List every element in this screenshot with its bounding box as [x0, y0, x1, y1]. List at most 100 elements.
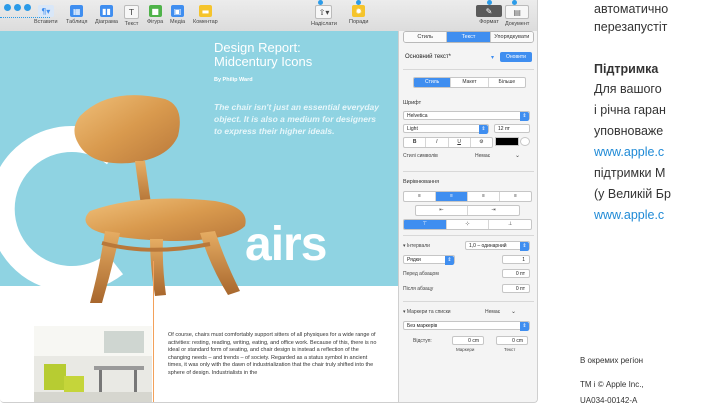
- updown-icon: ⇕: [520, 242, 529, 251]
- tab-style[interactable]: Стиль: [404, 32, 448, 42]
- after-paragraph-stepper[interactable]: 0 пт: [502, 284, 530, 293]
- text-icon: T: [124, 5, 139, 19]
- char-styles-value[interactable]: Немає: [475, 153, 490, 159]
- bullet-type-select[interactable]: Без маркерів ⇕: [403, 321, 530, 331]
- paintbrush-icon: ✎: [476, 5, 502, 17]
- bullet-indent-stepper[interactable]: 0 cm: [452, 336, 484, 345]
- align-center-button[interactable]: ≡: [436, 192, 468, 201]
- decrease-indent-button[interactable]: ⇤: [416, 206, 468, 215]
- updown-icon: ⇕: [520, 112, 529, 121]
- document-button[interactable]: ▤ Документ: [505, 5, 529, 27]
- manual-text-column: автоматично перезапустіт Підтримка Для в…: [560, 0, 704, 410]
- updown-icon: ⇕: [520, 322, 529, 331]
- region-note: В окремих регіон: [580, 356, 644, 365]
- spacing-label[interactable]: ▾ Інтервали: [403, 243, 430, 249]
- subtab-style[interactable]: Стиль: [414, 78, 452, 87]
- align-right-button[interactable]: ≡: [468, 192, 500, 201]
- doc-line: уповноваже: [594, 124, 664, 138]
- align-bottom-button[interactable]: ⊥: [489, 220, 531, 229]
- text-button[interactable]: T Текст: [124, 5, 139, 27]
- subtab-layout[interactable]: Макет: [451, 78, 489, 87]
- italic-button[interactable]: I: [426, 138, 449, 147]
- comment-button[interactable]: ▬ Коментар: [193, 5, 218, 25]
- table-icon: ▦: [70, 5, 84, 17]
- support-heading: Підтримка: [594, 62, 659, 76]
- vertical-align-buttons: ⊤ ⊹ ⊥: [403, 219, 532, 230]
- chart-icon: ▮▮: [99, 5, 113, 17]
- color-picker-icon[interactable]: [520, 137, 530, 146]
- shape-button[interactable]: ■ Фігура: [147, 5, 163, 25]
- underline-button[interactable]: U: [449, 138, 471, 147]
- after-paragraph-label: Після абзацу: [403, 286, 434, 292]
- chevron-down-icon[interactable]: ▾: [491, 54, 494, 61]
- layout-subtabs: Стиль Макет Більше: [413, 77, 526, 88]
- indent-label: Відступ:: [413, 338, 432, 344]
- bold-button[interactable]: B: [404, 138, 427, 147]
- document-canvas[interactable]: Design Report: Midcentury Icons By Phili…: [0, 31, 398, 402]
- media-button[interactable]: ▣ Медіа: [170, 5, 185, 25]
- support-link[interactable]: www.apple.c: [594, 208, 664, 222]
- justify-button[interactable]: ≡: [500, 192, 531, 201]
- window-zoom-dot[interactable]: [24, 4, 31, 11]
- divider: [403, 301, 534, 302]
- bullets-value[interactable]: Немає: [485, 309, 500, 315]
- align-middle-button[interactable]: ⊹: [447, 220, 490, 229]
- lines-stepper[interactable]: 1: [502, 255, 530, 264]
- chevron-down-icon[interactable]: ⌄: [511, 308, 516, 315]
- format-inspector: Стиль Текст Упорядкувати Основний текст*…: [398, 31, 537, 402]
- doc-line: Для вашого: [594, 82, 662, 96]
- divider: [403, 171, 534, 172]
- before-paragraph-stepper[interactable]: 0 пт: [502, 269, 530, 278]
- bullets-label[interactable]: ▾ Маркери та списки: [403, 309, 451, 315]
- align-left-button[interactable]: ≡: [404, 192, 436, 201]
- media-icon: ▣: [171, 5, 185, 17]
- divider: [403, 235, 534, 236]
- chair-image[interactable]: [50, 81, 265, 311]
- table-button[interactable]: ▦ Таблиця: [66, 5, 87, 25]
- updown-icon: ⇕: [445, 256, 454, 265]
- align-top-button[interactable]: ⊤: [404, 220, 447, 229]
- update-style-button[interactable]: Оновити: [500, 52, 532, 62]
- font-family-select[interactable]: Helvetica ⇕: [403, 111, 530, 121]
- lightbulb-icon: ✹: [352, 5, 366, 17]
- font-section-title: Шрифт: [403, 100, 422, 106]
- comment-icon: ▬: [198, 5, 212, 17]
- tab-text[interactable]: Текст: [447, 32, 491, 42]
- body-text[interactable]: Of course, chairs must comfortably suppo…: [168, 332, 378, 378]
- tab-arrange[interactable]: Упорядкувати: [490, 32, 533, 42]
- share-icon: ⇧▾: [315, 5, 333, 19]
- spacing-select[interactable]: 1,0 – одинарний ⇕: [465, 241, 530, 251]
- insert-button[interactable]: ¶▾ Вставити: [34, 5, 58, 25]
- margin-guide: [153, 261, 154, 402]
- tips-button[interactable]: ✹ Поради: [349, 5, 368, 25]
- before-paragraph-label: Перед абзацом: [403, 271, 439, 277]
- chevron-down-icon[interactable]: ⌄: [515, 152, 520, 159]
- format-button[interactable]: ✎ Формат: [476, 5, 502, 25]
- share-button[interactable]: ⇧▾ Надіслати: [311, 5, 337, 27]
- doc-line: і річна гаран: [594, 103, 666, 117]
- document-code: UA034-00142-A: [580, 396, 638, 405]
- pages-window: ¶▾ Вставити ▦ Таблиця ▮▮ Діаграма T Текс…: [0, 0, 538, 403]
- text-indent-stepper[interactable]: 0 cm: [496, 336, 528, 345]
- increase-indent-button[interactable]: ⇥: [468, 206, 519, 215]
- paragraph-style-name[interactable]: Основний текст*: [405, 54, 451, 60]
- font-size-stepper[interactable]: 12 пт: [494, 124, 530, 133]
- char-styles-label: Стилі символів: [403, 153, 438, 159]
- indent-buttons: ⇤ ⇥: [415, 205, 520, 216]
- window-close-dot[interactable]: [4, 4, 11, 11]
- font-weight-select[interactable]: Light ⇕: [403, 124, 489, 134]
- text-color-well[interactable]: [495, 137, 519, 146]
- lounge-photo[interactable]: [34, 326, 152, 402]
- chart-button[interactable]: ▮▮ Діаграма: [95, 5, 118, 25]
- doc-line: (у Великій Бр: [594, 187, 671, 201]
- window-minimize-dot[interactable]: [14, 4, 21, 11]
- lines-select[interactable]: Рядки ⇕: [403, 255, 455, 265]
- doc-line: перезапустіт: [594, 20, 668, 34]
- toolbar: ¶▾ Вставити ▦ Таблиця ▮▮ Діаграма T Текс…: [0, 0, 537, 32]
- copyright-text: TM і © Apple Inc.,: [580, 380, 644, 389]
- subtab-more[interactable]: Більше: [489, 78, 525, 87]
- page-title[interactable]: Design Report: Midcentury Icons: [214, 41, 364, 69]
- text-options-button[interactable]: ⚙: [471, 138, 492, 147]
- support-link[interactable]: www.apple.c: [594, 145, 664, 159]
- bullet-indent-caption: Маркери: [456, 347, 475, 352]
